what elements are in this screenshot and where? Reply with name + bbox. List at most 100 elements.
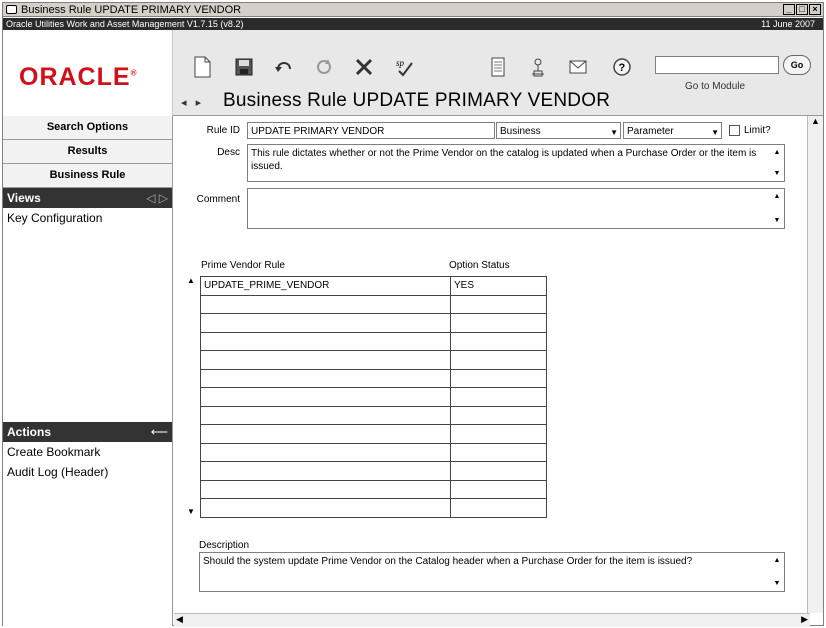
rule-kind-value: Parameter	[627, 126, 674, 137]
prime-vendor-rule-cell[interactable]	[200, 424, 451, 444]
limit-checkbox[interactable]	[729, 125, 740, 136]
date-text: 11 June 2007	[761, 19, 815, 29]
vertical-scrollbar[interactable]: ▲	[807, 116, 823, 613]
close-button[interactable]: ×	[809, 4, 821, 15]
action-create-bookmark[interactable]: Create Bookmark	[3, 442, 172, 462]
table-row[interactable]	[200, 368, 547, 388]
refresh-icon[interactable]	[311, 52, 337, 82]
header: ORACLE® sp ? Go Go to Module ◂ ▸ Busines…	[3, 30, 823, 116]
prime-vendor-rule-cell[interactable]	[200, 387, 451, 407]
table-row[interactable]	[200, 387, 547, 407]
option-status-cell[interactable]	[450, 479, 547, 499]
table-row[interactable]	[200, 405, 547, 425]
scroll-up-icon[interactable]: ▲	[808, 116, 823, 126]
prime-vendor-rule-cell[interactable]	[200, 368, 451, 388]
table-row[interactable]	[200, 479, 547, 499]
delete-icon[interactable]	[351, 52, 377, 82]
desc-scrollbar[interactable]: ▲ ▼	[770, 145, 784, 181]
table-row[interactable]	[200, 424, 547, 444]
view-key-configuration[interactable]: Key Configuration	[3, 208, 172, 228]
mail-icon[interactable]	[565, 52, 591, 82]
prime-vendor-rule-cell[interactable]	[200, 294, 451, 314]
rule-id-field[interactable]: UPDATE PRIMARY VENDOR	[247, 122, 495, 139]
title-bar: Business Rule UPDATE PRIMARY VENDOR _ □ …	[3, 3, 823, 17]
help-icon[interactable]: ?	[609, 52, 635, 82]
prime-vendor-grid: UPDATE_PRIME_VENDOR YES	[200, 276, 547, 518]
next-record-icon[interactable]: ▸	[196, 97, 202, 109]
scroll-up-icon[interactable]: ▲	[187, 276, 195, 285]
oracle-logo: ORACLE®	[19, 63, 138, 91]
goto-module-label: Go to Module	[685, 81, 746, 92]
option-status-cell[interactable]	[450, 313, 547, 333]
option-status-cell[interactable]	[450, 350, 547, 370]
application-window: Business Rule UPDATE PRIMARY VENDOR _ □ …	[2, 2, 824, 627]
comment-label: Comment	[196, 194, 240, 205]
undo-icon[interactable]	[271, 52, 297, 82]
option-status-cell[interactable]	[450, 424, 547, 444]
rule-type-select[interactable]: Business ▼	[496, 122, 621, 139]
prime-vendor-rule-cell[interactable]	[200, 461, 451, 481]
rule-kind-select[interactable]: Parameter ▼	[623, 122, 722, 139]
prime-vendor-rule-cell[interactable]	[200, 405, 451, 425]
business-rule-button[interactable]: Business Rule	[3, 164, 172, 188]
spell-check-icon[interactable]: sp	[391, 52, 417, 82]
views-next-icon[interactable]: ▷	[159, 191, 168, 205]
table-row[interactable]	[200, 461, 547, 481]
actions-header: Actions ⟵	[3, 422, 172, 442]
option-status-cell[interactable]	[450, 294, 547, 314]
minimize-button[interactable]: _	[783, 4, 795, 15]
table-row[interactable]	[200, 498, 547, 518]
table-row[interactable]	[200, 442, 547, 462]
option-status-cell[interactable]	[450, 442, 547, 462]
scroll-down-icon[interactable]: ▼	[187, 507, 195, 516]
action-audit-log[interactable]: Audit Log (Header)	[3, 462, 172, 482]
new-document-icon[interactable]	[189, 52, 215, 82]
description-textarea[interactable]: Should the system update Prime Vendor on…	[199, 552, 785, 592]
option-status-cell[interactable]	[450, 498, 547, 518]
table-row[interactable]	[200, 350, 547, 370]
collapse-actions-icon[interactable]: ⟵	[151, 422, 168, 442]
table-row[interactable]	[200, 331, 547, 351]
prime-vendor-rule-cell[interactable]	[200, 479, 451, 499]
version-text: Oracle Utilities Work and Asset Manageme…	[6, 19, 244, 29]
prime-vendor-rule-cell[interactable]	[200, 350, 451, 370]
save-icon[interactable]	[231, 52, 257, 82]
prime-vendor-rule-cell[interactable]	[200, 313, 451, 333]
grid-scrollbar[interactable]: ▲ ▼	[184, 276, 198, 516]
horizontal-scrollbar[interactable]: ◀ ▶	[174, 613, 810, 627]
col-header-option-status: Option Status	[449, 260, 510, 271]
scroll-left-icon[interactable]: ◀	[176, 614, 183, 625]
option-status-cell[interactable]	[450, 405, 547, 425]
workflow-icon[interactable]	[525, 52, 551, 82]
goto-module-input[interactable]	[655, 56, 779, 74]
comment-textarea[interactable]: ▲ ▼	[247, 188, 785, 229]
search-options-button[interactable]: Search Options	[3, 116, 172, 140]
table-row[interactable]	[200, 294, 547, 314]
views-prev-icon[interactable]: ◁	[146, 191, 155, 205]
rule-id-label: Rule ID	[206, 125, 240, 136]
description-scrollbar[interactable]: ▲ ▼	[770, 553, 784, 591]
scroll-right-icon[interactable]: ▶	[801, 614, 808, 625]
option-status-cell[interactable]	[450, 387, 547, 407]
go-button[interactable]: Go	[783, 55, 811, 75]
table-row[interactable]	[200, 313, 547, 333]
app-icon	[6, 5, 17, 14]
results-button[interactable]: Results	[3, 140, 172, 164]
option-status-cell[interactable]	[450, 461, 547, 481]
previous-record-icon[interactable]: ◂	[181, 97, 187, 109]
prime-vendor-rule-cell[interactable]	[200, 442, 451, 462]
prime-vendor-rule-cell[interactable]	[200, 331, 451, 351]
col-header-prime-vendor-rule: Prime Vendor Rule	[201, 260, 285, 271]
prime-vendor-rule-cell[interactable]: UPDATE_PRIME_VENDOR	[200, 276, 451, 296]
report-icon[interactable]	[485, 52, 511, 82]
record-navigation: ◂ ▸	[181, 96, 201, 109]
option-status-cell[interactable]: YES	[450, 276, 547, 296]
table-row[interactable]: UPDATE_PRIME_VENDOR YES	[200, 276, 547, 296]
svg-text:?: ?	[619, 62, 626, 74]
prime-vendor-rule-cell[interactable]	[200, 498, 451, 518]
desc-textarea[interactable]: This rule dictates whether or not the Pr…	[247, 144, 785, 182]
maximize-button[interactable]: □	[796, 4, 808, 15]
comment-scrollbar[interactable]: ▲ ▼	[770, 189, 784, 228]
option-status-cell[interactable]	[450, 331, 547, 351]
option-status-cell[interactable]	[450, 368, 547, 388]
